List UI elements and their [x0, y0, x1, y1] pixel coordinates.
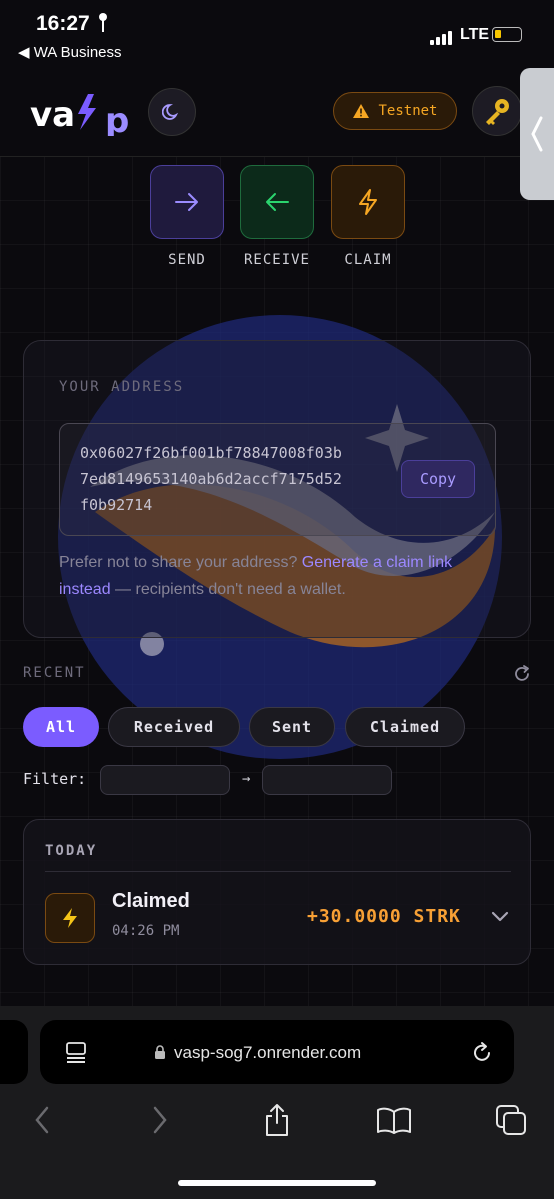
browser-toolbar: vasp-sog7.onrender.com — [0, 1006, 554, 1199]
testnet-badge[interactable]: Testnet — [333, 92, 457, 130]
address-line: 0x06027f26bf001bf78847008f03b — [80, 444, 342, 462]
address-card: YOUR ADDRESS 0x06027f26bf001bf78847008f0… — [23, 340, 531, 638]
address-title: YOUR ADDRESS — [59, 379, 185, 395]
refresh-icon — [515, 665, 529, 681]
refresh-button[interactable] — [512, 664, 532, 688]
claim-label: CLAIM — [344, 252, 392, 268]
arrow-left-icon — [266, 193, 289, 211]
expand-tx-button[interactable] — [491, 908, 509, 927]
receive-button[interactable] — [240, 165, 314, 239]
testnet-label: Testnet — [378, 103, 438, 119]
filter-chip-claimed[interactable]: Claimed — [345, 707, 465, 747]
address-box: 0x06027f26bf001bf78847008f03b 7ed8149653… — [59, 423, 496, 536]
filter-chip-received[interactable]: Received — [108, 707, 240, 747]
status-bar: 16:27 ◀ WA Business LTE — [0, 0, 554, 70]
home-indicator — [178, 1180, 376, 1186]
key-icon — [486, 99, 509, 125]
claim-tx-icon — [45, 893, 95, 943]
app-header: va p Testnet — [0, 70, 554, 157]
location-icon — [98, 12, 108, 38]
bookmarks-button[interactable] — [374, 1100, 414, 1140]
chevron-left-icon — [531, 116, 543, 152]
moon-icon — [162, 104, 179, 120]
send-label: SEND — [168, 252, 206, 268]
note-text: Prefer not to share your address? — [59, 554, 302, 571]
receive-label: RECEIVE — [243, 252, 310, 268]
svg-text:p: p — [105, 101, 129, 136]
previous-tab[interactable] — [0, 1020, 28, 1084]
tx-time: 04:26 PM — [112, 923, 180, 939]
wallet-address[interactable]: 0x06027f26bf001bf78847008f03b 7ed8149653… — [80, 440, 380, 518]
theme-toggle-button[interactable] — [148, 88, 196, 136]
vasp-logo[interactable]: va p — [30, 86, 136, 136]
book-icon — [377, 1107, 411, 1134]
divider — [45, 871, 511, 872]
date-to-input[interactable] — [262, 765, 392, 795]
key-button[interactable] — [472, 86, 522, 136]
chevron-down-icon — [491, 911, 509, 922]
address-line: f0b92714 — [80, 496, 153, 514]
svg-text:va: va — [30, 95, 75, 135]
address-line: 7ed8149653140ab6d2accf7175d52 — [80, 470, 342, 488]
recent-title: RECENT — [23, 665, 86, 681]
address-note: Prefer not to share your address? Genera… — [59, 549, 504, 603]
lock-icon — [154, 1044, 166, 1064]
note-text: — recipients don't need a wallet. — [110, 581, 346, 598]
tx-type: Claimed — [112, 890, 190, 912]
warning-icon — [353, 104, 370, 118]
tabs-icon — [496, 1105, 526, 1135]
status-time: 16:27 — [36, 12, 90, 35]
share-icon — [266, 1104, 288, 1136]
battery-icon — [492, 27, 522, 42]
reload-icon[interactable] — [470, 1040, 494, 1068]
group-title: TODAY — [45, 843, 98, 859]
date-from-input[interactable] — [100, 765, 230, 795]
filter-chip-sent[interactable]: Sent — [249, 707, 335, 747]
chevron-right-icon — [153, 1106, 167, 1134]
url-text: vasp-sog7.onrender.com — [174, 1043, 362, 1062]
filter-chip-all[interactable]: All — [23, 707, 99, 747]
forward-button[interactable] — [140, 1100, 180, 1140]
signal-icon — [430, 30, 454, 49]
transactions-card: TODAY Claimed 04:26 PM +30.0000 STRK — [23, 819, 531, 965]
page-menu-icon[interactable] — [64, 1040, 88, 1068]
address-bar[interactable]: vasp-sog7.onrender.com — [40, 1020, 514, 1084]
side-panel-handle[interactable] — [520, 68, 554, 200]
tx-amount: +30.0000 STRK — [307, 906, 461, 927]
arrow-right-icon — [175, 193, 198, 211]
copy-button[interactable]: Copy — [401, 460, 475, 498]
send-button[interactable] — [150, 165, 224, 239]
claim-button[interactable] — [331, 165, 405, 239]
range-arrow: → — [242, 771, 251, 787]
network-label: LTE — [460, 26, 490, 43]
back-to-app-link[interactable]: ◀ WA Business — [18, 43, 122, 61]
share-button[interactable] — [257, 1100, 297, 1140]
back-button[interactable] — [22, 1100, 62, 1140]
bolt-icon — [63, 908, 77, 928]
filter-label: Filter: — [23, 770, 87, 788]
chevron-left-icon — [35, 1106, 49, 1134]
bolt-icon — [359, 189, 377, 215]
tabs-button[interactable] — [491, 1100, 531, 1140]
